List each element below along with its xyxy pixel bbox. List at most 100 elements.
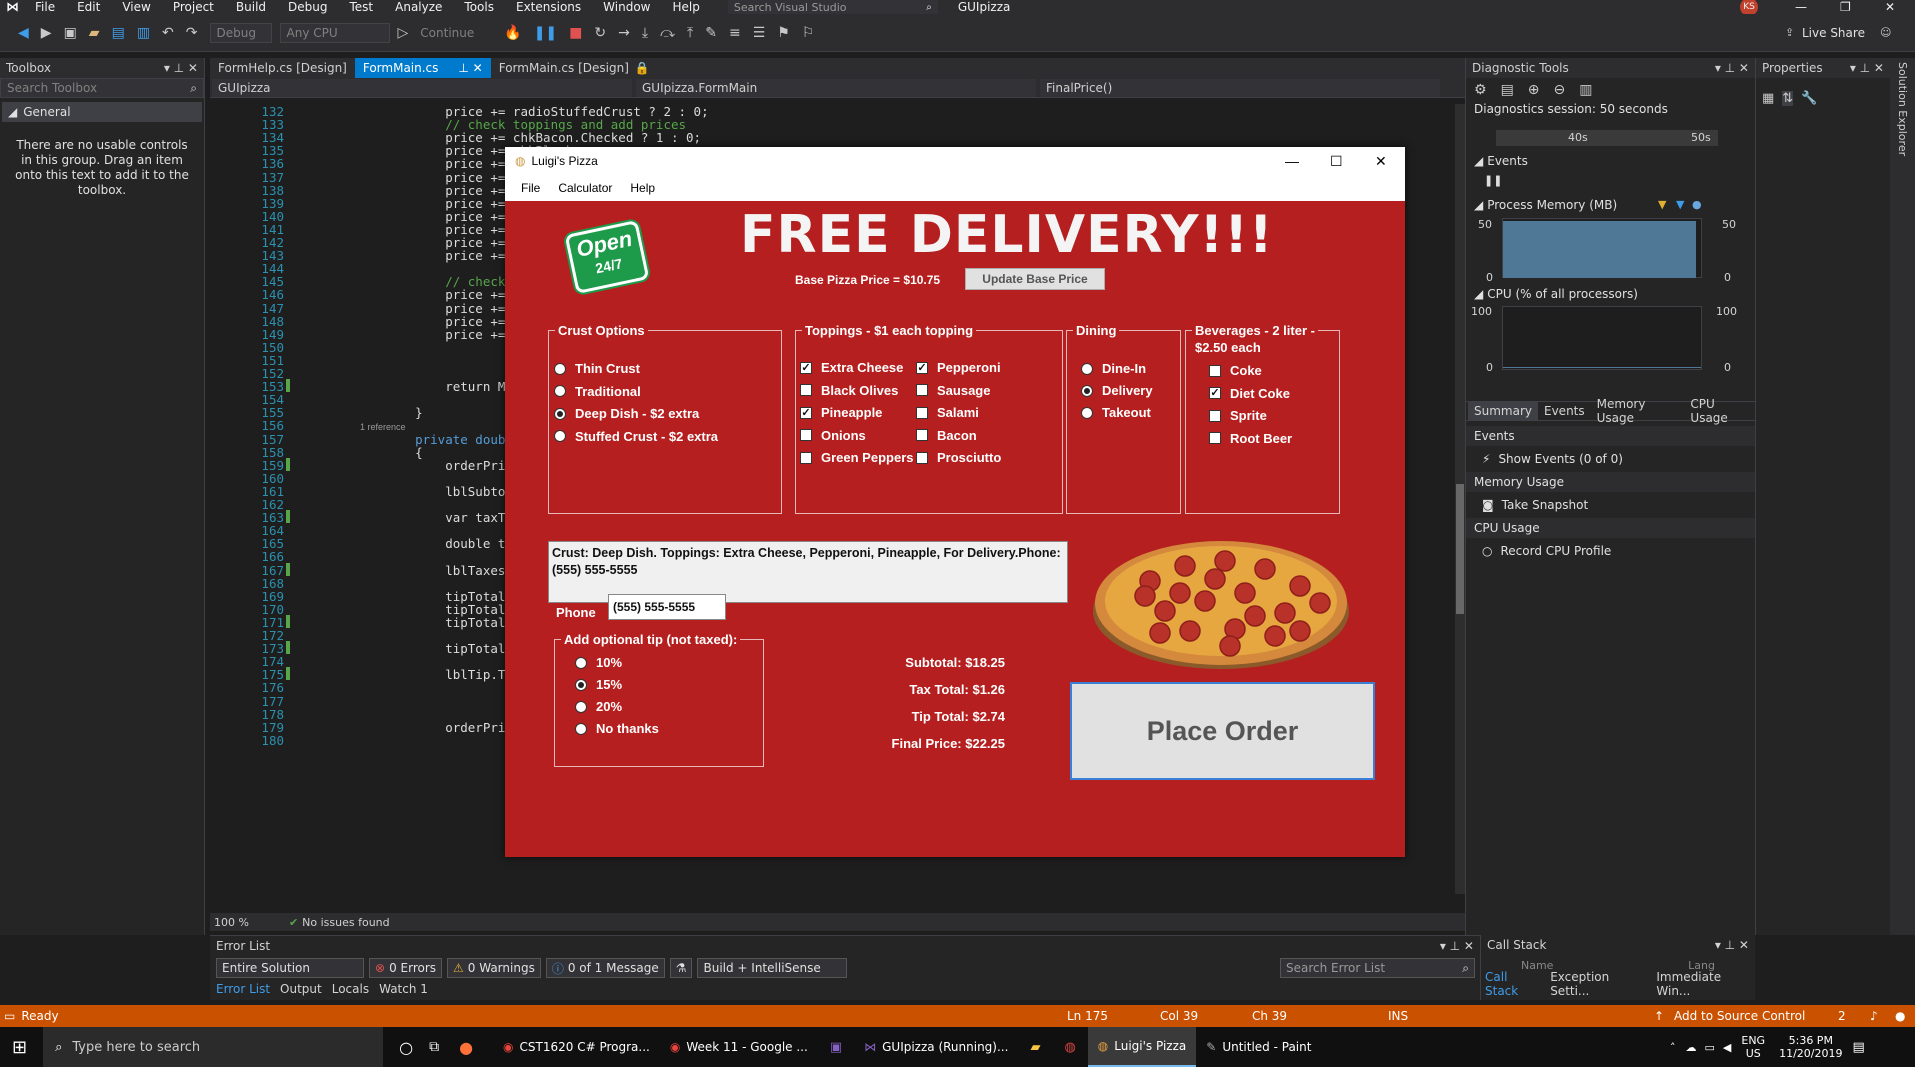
taskbar-app-luigis-pizza[interactable]: ◍ Luigi's Pizza — [1087, 1027, 1197, 1067]
menu-project[interactable]: Project — [173, 0, 214, 14]
tab-formmain-design[interactable]: FormMain.cs [Design] 🔒 — [491, 58, 658, 78]
checkbox[interactable] — [916, 406, 928, 419]
menu-help[interactable]: Help — [672, 0, 699, 14]
notifications-count[interactable]: 2 — [1838, 1009, 1846, 1023]
platform-dropdown[interactable]: Any CPU — [279, 22, 390, 43]
topping-option[interactable]: Bacon — [916, 428, 977, 443]
radio-button[interactable] — [554, 407, 566, 420]
topping-option[interactable]: ✓ Pineapple — [800, 405, 882, 420]
crust-option[interactable]: Thin Crust — [554, 361, 640, 376]
forward-icon[interactable]: ▶ — [41, 25, 52, 41]
pizza-title-bar[interactable]: ◍ Luigi's Pizza — ☐ ✕ — [505, 147, 1405, 175]
menu-tools[interactable]: Tools — [464, 0, 494, 14]
minimize-icon[interactable]: — — [1285, 153, 1299, 169]
menu-build[interactable]: Build — [236, 0, 266, 14]
firefox-icon[interactable]: ● — [459, 1038, 473, 1057]
menu-file[interactable]: File — [521, 181, 540, 195]
close-icon[interactable]: ⊥ ✕ — [458, 61, 482, 75]
categorized-icon[interactable]: ▦ — [1762, 91, 1774, 106]
live-share-button[interactable]: Live Share — [1802, 26, 1865, 40]
update-base-price-button[interactable]: Update Base Price — [965, 268, 1105, 290]
topping-option[interactable]: Prosciutto — [916, 450, 1001, 465]
restart-icon[interactable]: ↻ — [594, 25, 606, 41]
messages-filter[interactable]: ⓘ 0 of 1 Message — [545, 958, 665, 978]
beverage-option[interactable]: Sprite — [1209, 408, 1267, 423]
tab-formhelp-design[interactable]: FormHelp.cs [Design] — [210, 58, 355, 78]
tip-option[interactable]: 15% — [575, 677, 622, 692]
notification-center-icon[interactable]: ▤ — [1852, 1040, 1864, 1055]
config-dropdown[interactable]: Debug — [209, 22, 272, 43]
vs-installer-icon[interactable]: ▣ — [830, 1040, 842, 1055]
bookmark-icon[interactable]: ⚑ — [777, 25, 790, 41]
radio-button[interactable] — [575, 722, 587, 735]
dining-option[interactable]: Delivery — [1081, 383, 1153, 398]
tab-locals[interactable]: Locals — [332, 982, 369, 996]
checkbox[interactable] — [800, 429, 812, 441]
topping-option[interactable]: Salami — [916, 405, 979, 420]
property-pages-icon[interactable]: 🔧 — [1801, 91, 1817, 106]
menu-calculator[interactable]: Calculator — [558, 181, 612, 195]
phone-input[interactable]: (555) 555-5555 — [608, 594, 726, 620]
checkbox[interactable] — [800, 451, 812, 464]
filter-toggle[interactable]: ⚗ — [669, 958, 693, 978]
topping-option[interactable]: ✓ Extra Cheese — [800, 360, 903, 375]
step-over-icon[interactable]: ⤼ — [660, 25, 675, 41]
continue-icon[interactable]: ▷ — [398, 25, 409, 41]
checkbox[interactable]: ✓ — [800, 361, 812, 374]
radio-button[interactable] — [554, 430, 566, 442]
tab-events[interactable]: Events — [1538, 402, 1591, 420]
redo-icon[interactable]: ↷ — [186, 25, 198, 41]
pin-icon[interactable]: ▾ ⊥ ✕ — [1850, 61, 1884, 75]
checkbox[interactable] — [916, 384, 928, 396]
vs-search-box[interactable]: Search Visual Studio ⌕ — [727, 0, 938, 14]
volume-icon[interactable]: ◀ — [1723, 1041, 1731, 1054]
tab-call-stack[interactable]: Call Stack — [1485, 970, 1542, 998]
step-icon[interactable]: → — [618, 25, 630, 41]
tab-formmain-cs[interactable]: FormMain.cs ⊥ ✕ — [354, 58, 491, 78]
code-line[interactable]: } — [385, 405, 423, 420]
feedback-icon[interactable]: ● — [1895, 1009, 1905, 1023]
continue-button[interactable]: Continue — [420, 26, 474, 40]
tab-cpu-usage[interactable]: CPU Usage — [1684, 395, 1756, 427]
build-filter-dropdown[interactable]: Build + IntelliSense — [697, 958, 848, 978]
reset-zoom-icon[interactable]: ▥ — [1579, 82, 1592, 98]
radio-button[interactable] — [575, 700, 587, 713]
taskbar-app-vs[interactable]: ⋈ GUIpizza (Running)... — [854, 1027, 1018, 1067]
radio-button[interactable] — [1081, 406, 1093, 419]
pin-icon[interactable]: ▾ ⊥ ✕ — [1715, 61, 1749, 75]
radio-button[interactable] — [554, 362, 566, 375]
cpu-section[interactable]: ◢ CPU (% of all processors) — [1466, 287, 1638, 301]
take-snapshot-button[interactable]: ◙ Take Snapshot — [1466, 492, 1756, 518]
project-dropdown[interactable]: GUIpizza — [212, 78, 632, 97]
comment-icon[interactable]: ☰ — [753, 25, 766, 41]
errors-filter[interactable]: ⊗ 0 Errors — [369, 958, 443, 978]
radio-button[interactable] — [1081, 384, 1093, 397]
save-icon[interactable]: ▤ — [112, 25, 125, 41]
topping-option[interactable]: Onions — [800, 428, 866, 443]
topping-option[interactable]: ✓ Pepperoni — [916, 360, 1001, 375]
menu-help[interactable]: Help — [630, 181, 655, 195]
save-all-icon[interactable]: ▥ — [137, 25, 150, 41]
record-cpu-button[interactable]: ○ Record CPU Profile — [1466, 538, 1756, 564]
live-share-icon[interactable]: ⇪ — [1785, 26, 1794, 39]
checkbox[interactable]: ✓ — [800, 406, 812, 419]
zoom-level[interactable]: 100 % — [214, 916, 249, 929]
taskbar-app-chrome-2[interactable]: ◉ Week 11 - Google ... — [660, 1027, 818, 1067]
restore-icon[interactable]: ❐ — [1840, 0, 1851, 14]
tip-option[interactable]: No thanks — [575, 721, 659, 736]
tip-option[interactable]: 20% — [575, 699, 622, 714]
back-icon[interactable]: ◀ — [18, 25, 29, 41]
bell-icon[interactable]: ♪ — [1870, 1009, 1878, 1023]
place-order-button[interactable]: Place Order — [1070, 682, 1375, 780]
maximize-icon[interactable]: ☐ — [1330, 153, 1343, 170]
taskbar-app-chrome-1[interactable]: ◉ CST1620 C# Progra... — [493, 1027, 660, 1067]
step-out-icon[interactable]: ⤒ — [687, 25, 693, 41]
file-explorer-icon[interactable]: ▰ — [1030, 1040, 1040, 1055]
checkbox[interactable] — [1209, 432, 1221, 444]
pin-icon[interactable]: ▾ ⊥ ✕ — [1715, 938, 1749, 952]
pause-icon[interactable]: ❚❚ — [1484, 174, 1502, 187]
error-search[interactable]: Search Error List ⌕ — [1280, 958, 1475, 978]
stop-icon[interactable]: ■ — [569, 25, 582, 41]
settings-icon[interactable]: ⚙ — [1474, 82, 1487, 98]
tip-option[interactable]: 10% — [575, 655, 622, 670]
